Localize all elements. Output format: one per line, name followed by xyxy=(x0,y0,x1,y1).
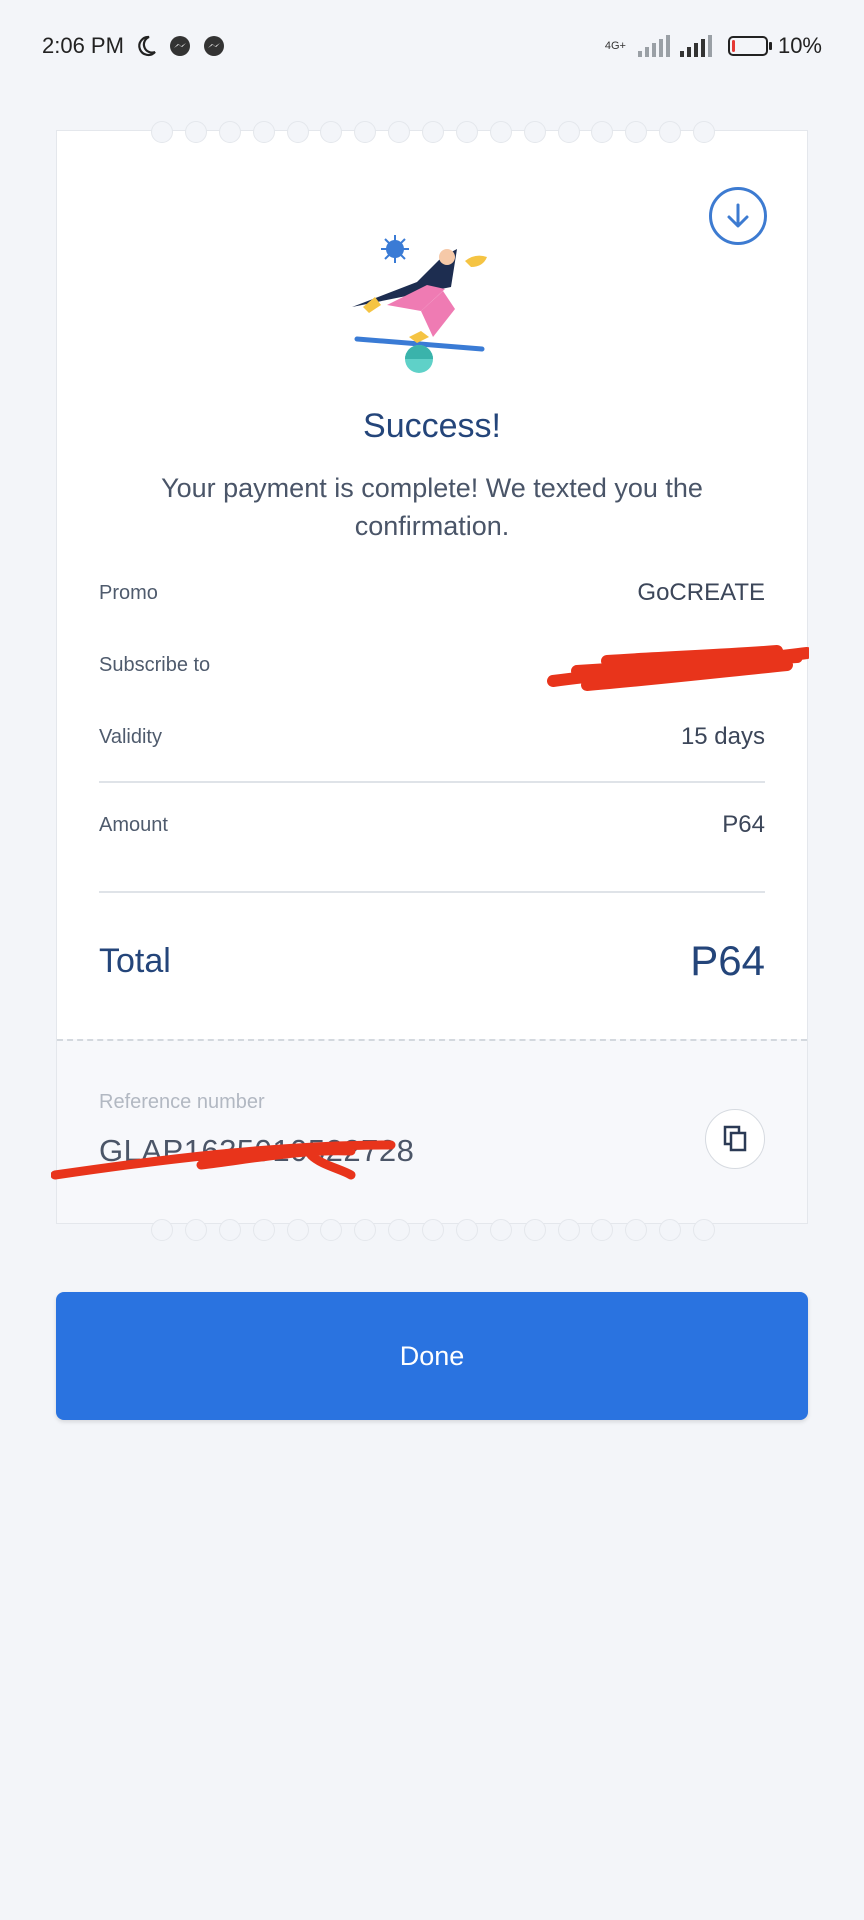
divider xyxy=(99,891,765,893)
messenger-icon xyxy=(169,36,190,56)
promo-label: Promo xyxy=(99,581,158,604)
status-right: 4G+ 10% xyxy=(605,33,822,59)
battery-percent: 10% xyxy=(777,33,822,58)
download-icon xyxy=(727,203,749,228)
success-illustration xyxy=(352,235,487,373)
status-bar: 2:06 PM 4G+ 10% xyxy=(0,0,864,92)
validity-label: Validity xyxy=(99,725,162,748)
amount-value: P64 xyxy=(722,811,765,838)
payment-success-screen: 2:06 PM 4G+ 10% Success! Your payment is… xyxy=(0,0,864,1920)
reference-label: Reference number xyxy=(99,1091,265,1113)
validity-value: 15 days xyxy=(680,723,765,750)
copy-button[interactable] xyxy=(705,1109,765,1169)
reference-section: Reference number GLAP1635010522728 xyxy=(51,1039,807,1223)
total-row: Total P64 xyxy=(99,937,765,985)
subscribe-value: 0000000000 xyxy=(631,651,765,678)
receipt-bottom-edge xyxy=(151,1219,715,1241)
validity-row: Validity 15 days xyxy=(99,723,765,751)
subscribe-row: Subscribe to 0000000000 xyxy=(99,651,765,679)
moon-icon xyxy=(138,35,156,57)
total-label: Total xyxy=(99,941,171,980)
amount-label: Amount xyxy=(99,813,168,836)
signal-icon xyxy=(679,35,712,57)
total-value: P64 xyxy=(690,937,765,984)
status-time: 2:06 PM xyxy=(42,33,124,58)
signal-icon xyxy=(637,35,670,57)
copy-icon xyxy=(723,1125,747,1152)
divider xyxy=(99,781,765,783)
messenger-icon xyxy=(203,36,224,56)
done-button[interactable]: Done xyxy=(56,1292,808,1420)
amount-row: Amount P64 xyxy=(99,811,765,839)
reference-number: GLAP1635010522728 xyxy=(99,1133,415,1168)
promo-row: Promo GoCREATE xyxy=(99,579,765,607)
battery-level xyxy=(731,40,735,52)
network-type: 4G+ xyxy=(604,39,626,52)
success-message: Your payment is complete! We texted you … xyxy=(161,473,703,541)
subscribe-label: Subscribe to xyxy=(99,653,211,676)
status-left: 2:06 PM xyxy=(42,33,226,59)
promo-value: GoCREATE xyxy=(637,579,765,606)
battery-icon xyxy=(727,36,772,56)
success-title: Success! xyxy=(363,407,501,445)
download-button[interactable] xyxy=(709,187,767,245)
receipt-card: Success! Your payment is complete! We te… xyxy=(51,121,809,1241)
receipt-top-edge xyxy=(151,121,715,143)
